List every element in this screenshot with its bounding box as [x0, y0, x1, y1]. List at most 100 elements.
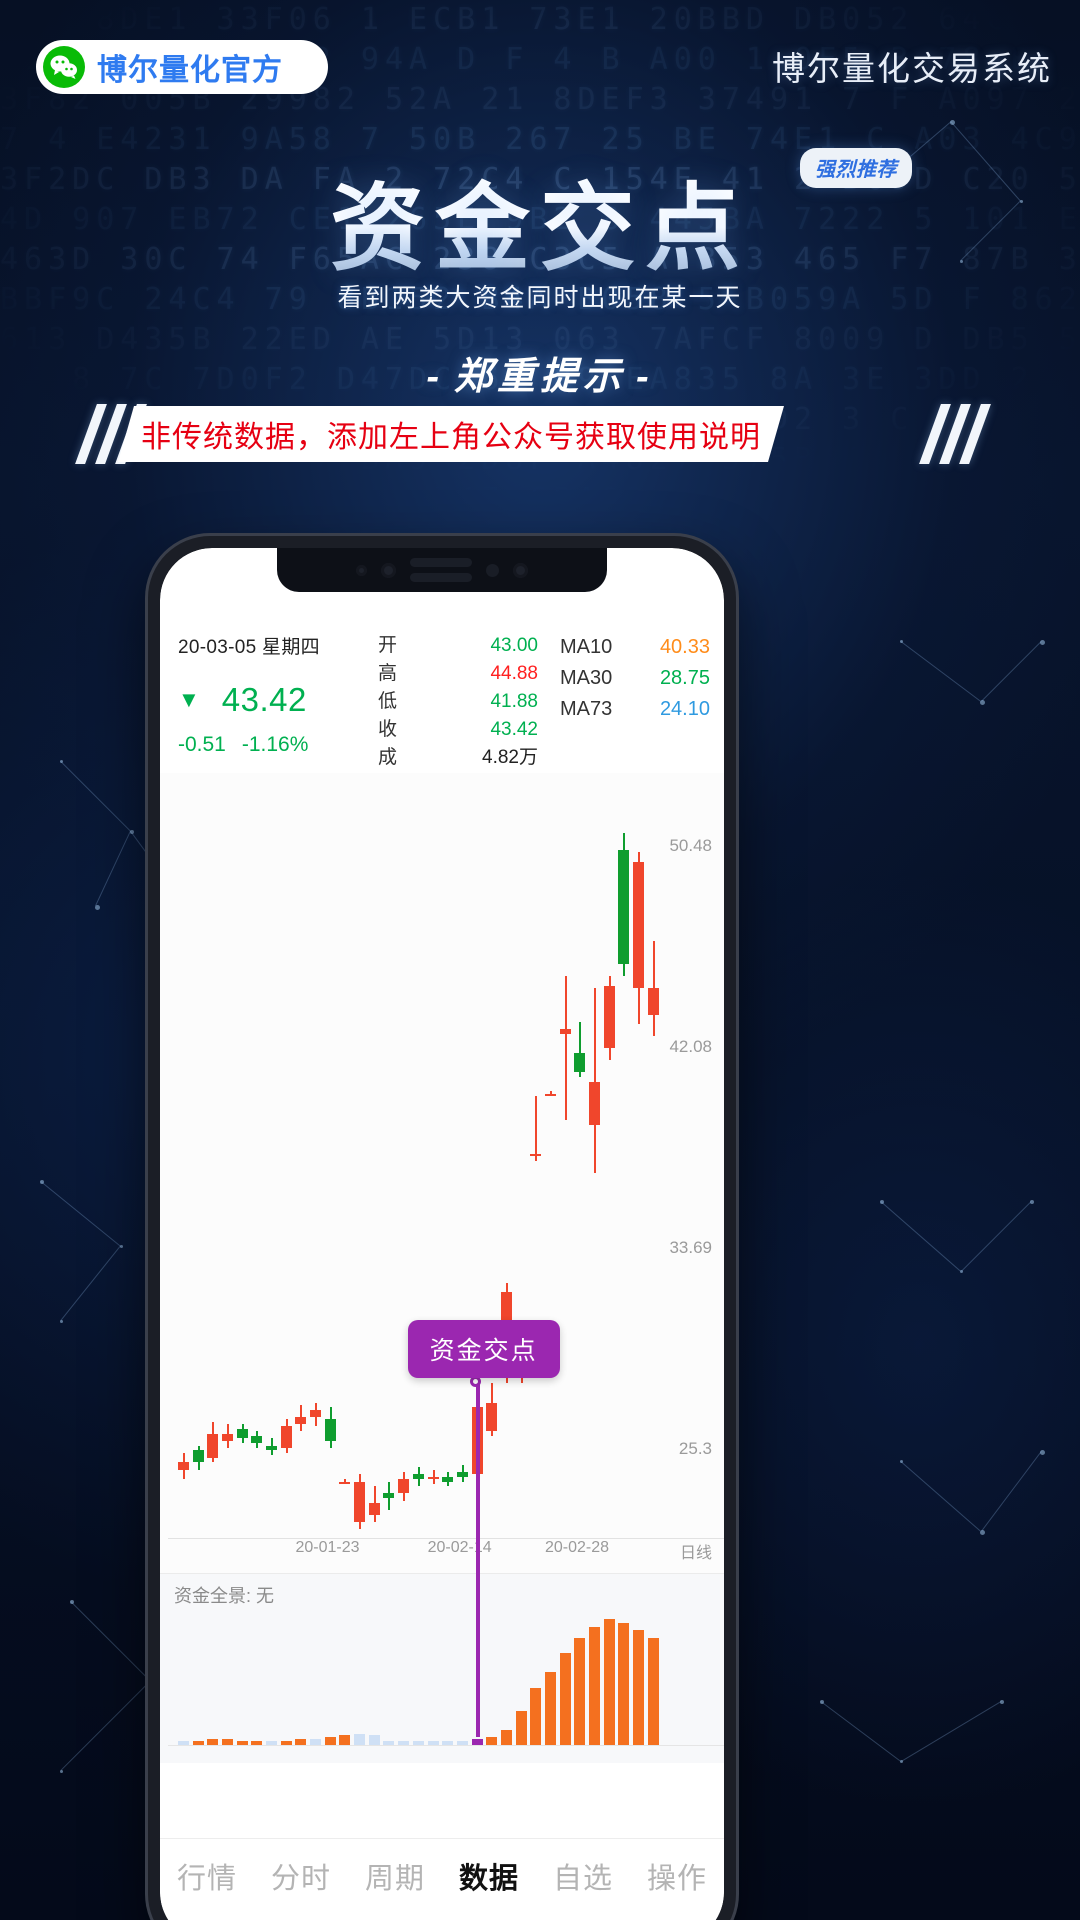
ohlc-label: 收	[378, 719, 398, 740]
ma-value: 40.33	[659, 636, 710, 658]
volume-bar	[647, 1638, 659, 1745]
candle	[251, 773, 263, 1527]
tab-5[interactable]: 操作	[630, 1855, 724, 1897]
quote-last-price: 43.42	[221, 681, 307, 718]
candlestick-chart[interactable]: 资金交点 20-01-23 20-02-14 20-02-28 日线 50.48 42.…	[160, 773, 724, 1737]
candle	[486, 773, 498, 1527]
candle	[266, 773, 278, 1527]
phone-screen: 20-03-05 星期四 ▼ 43.42 -0.51 -1.16% 开 43.00…	[160, 548, 724, 1920]
y-axis-tick: 42.08	[669, 1037, 712, 1057]
candle	[339, 773, 351, 1527]
candle	[236, 773, 248, 1527]
ambient-sensor-icon	[513, 562, 528, 578]
candle	[398, 773, 410, 1527]
fund-volume-panel[interactable]: 资金全景: 无	[160, 1573, 724, 1763]
ma-label: MA73	[560, 698, 613, 720]
candle	[544, 773, 556, 1527]
wechat-icon	[43, 46, 85, 88]
system-title: 博尔量化交易系统	[772, 50, 1052, 87]
candle	[178, 773, 189, 1527]
proximity-sensor-icon	[486, 563, 499, 577]
notice-dash-right: -	[636, 356, 654, 398]
ohlc-value: 44.88	[490, 663, 538, 684]
candle	[647, 773, 659, 1527]
volume-bars	[168, 1614, 659, 1745]
ma-value: 28.75	[659, 667, 710, 689]
hero-title: 资金交点	[0, 178, 1080, 281]
candle	[295, 773, 307, 1527]
phone-notch	[277, 548, 607, 592]
ohlc-label: 高	[378, 663, 398, 684]
ohlc-row: 高 44.88	[378, 660, 538, 688]
ma-row: MA30 28.75	[560, 663, 710, 694]
bottom-tabbar: 行情 分时 周期 数据 自选 操作	[160, 1838, 724, 1920]
notice-heading-label: 郑重提示	[453, 356, 626, 398]
volume-bar	[559, 1653, 571, 1745]
ohlc-label: 开	[378, 635, 398, 656]
x-axis-tick: 20-01-23	[295, 1539, 360, 1556]
wechat-account-name: 博尔量化官方	[97, 54, 283, 87]
candle	[310, 773, 322, 1527]
quote-header: 20-03-05 星期四 ▼ 43.42 -0.51 -1.16% 开 43.00…	[160, 628, 724, 768]
tab-1[interactable]: 分时	[254, 1855, 348, 1897]
candle	[603, 773, 615, 1527]
volume-bar	[633, 1630, 645, 1745]
candle	[412, 773, 424, 1527]
ohlc-row: 成 4.82万	[378, 744, 538, 772]
front-camera-icon	[381, 562, 396, 578]
candle-series: 资金交点	[168, 773, 659, 1737]
volume-bar	[544, 1672, 556, 1745]
chart-x-axis: 20-01-23 20-02-14 20-02-28 日线	[160, 1539, 724, 1563]
volume-bar	[588, 1626, 600, 1745]
volume-bar	[368, 1735, 380, 1745]
front-sensor-icon	[356, 564, 367, 576]
warning-banner-group: 非传统数据，添加左上角公众号获取使用说明	[0, 404, 1080, 464]
volume-bar	[354, 1733, 366, 1745]
tab-0[interactable]: 行情	[160, 1855, 254, 1897]
x-axis-tick: 20-02-28	[544, 1539, 610, 1556]
ma-label: MA10	[560, 636, 613, 658]
wechat-official-account-pill[interactable]: 博尔量化官方	[36, 40, 328, 94]
candle	[207, 773, 219, 1527]
fund-cross-marker-label[interactable]: 资金交点	[407, 1320, 560, 1379]
ma-label: MA30	[560, 667, 613, 689]
fund-cross-marker-line	[475, 1382, 480, 1737]
candle	[383, 773, 395, 1527]
y-axis-tick: 33.69	[669, 1238, 712, 1258]
y-axis-tick: 25.3	[678, 1439, 712, 1458]
tab-4[interactable]: 自选	[536, 1855, 630, 1897]
phone-bezel: 20-03-05 星期四 ▼ 43.42 -0.51 -1.16% 开 43.00…	[160, 548, 724, 1920]
candle	[633, 773, 645, 1527]
ma-value: 24.10	[659, 698, 710, 720]
warning-banner-text: 非传统数据，添加左上角公众号获取使用说明	[141, 421, 761, 454]
volume-bar	[339, 1735, 351, 1745]
ohlc-row: 收 43.42	[378, 716, 538, 744]
candle	[530, 773, 542, 1527]
candle	[456, 773, 468, 1527]
candle	[588, 773, 600, 1527]
quote-price-column: 20-03-05 星期四 ▼ 43.42 -0.51 -1.16%	[178, 628, 378, 757]
candle	[442, 773, 454, 1527]
x-axis-tick: 20-02-14	[427, 1539, 492, 1556]
tab-2[interactable]: 周期	[348, 1855, 442, 1897]
volume-bar	[574, 1638, 586, 1745]
tab-3[interactable]: 数据	[442, 1855, 536, 1897]
ohlc-value: 4.82万	[482, 747, 538, 768]
quote-ma-column: MA10 40.33 MA30 28.75 MA73 24.10	[538, 632, 710, 725]
volume-bar	[603, 1619, 615, 1745]
candle	[368, 773, 380, 1527]
y-axis-tick: 50.48	[669, 836, 712, 856]
earpiece-speaker-icon	[410, 558, 472, 582]
candle	[354, 773, 366, 1530]
quote-price-row: ▼ 43.42	[178, 681, 378, 719]
ma-row: MA10 40.33	[560, 632, 710, 663]
period-label[interactable]: 日线	[680, 1539, 712, 1563]
ohlc-value: 43.00	[490, 635, 538, 656]
quote-ohlc-column: 开 43.00 高 44.88 低 41.88 收 43.42 成 4.82万	[378, 632, 538, 772]
hero-subtitle: 看到两类大资金同时出现在某一天	[337, 284, 743, 312]
phone-mockup: 20-03-05 星期四 ▼ 43.42 -0.51 -1.16% 开 43.00…	[148, 536, 736, 1920]
ma-row: MA73 24.10	[560, 694, 710, 725]
quote-date: 20-03-05 星期四	[178, 637, 320, 658]
volume-bar	[500, 1729, 512, 1745]
candle	[574, 773, 586, 1527]
